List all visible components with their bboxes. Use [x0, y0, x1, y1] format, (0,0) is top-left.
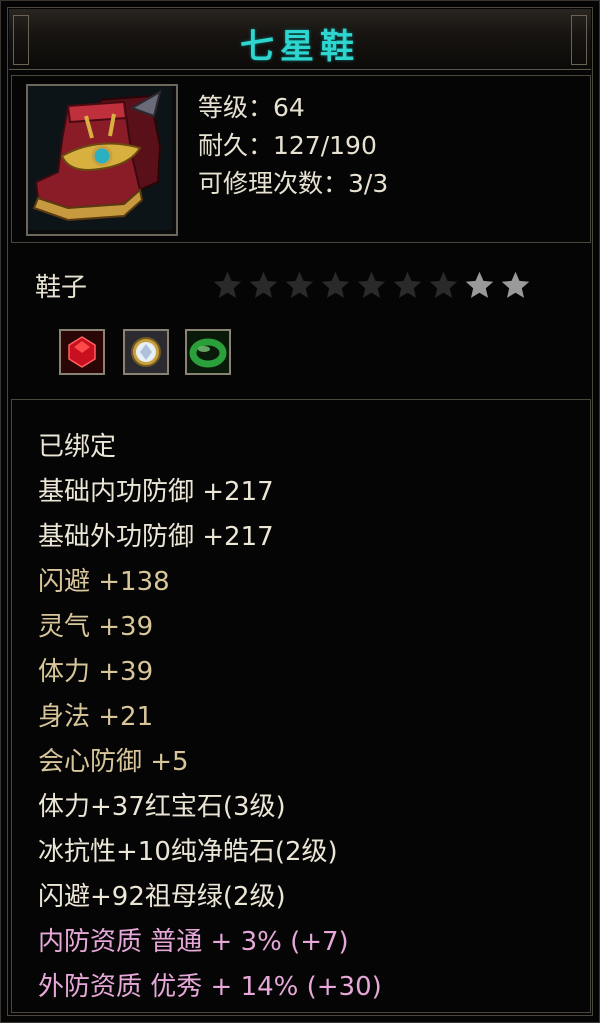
star-empty-icon [285, 271, 314, 298]
star-empty-icon [213, 271, 242, 298]
green-jade-ring-icon[interactable] [185, 329, 231, 375]
attr-base-outer-def: 基础外功防御 +217 [38, 522, 274, 552]
attr-agility: 身法 +21 [38, 702, 154, 732]
item-durability: 耐久：127/190 [198, 131, 377, 160]
star-empty-icon [249, 271, 278, 298]
attr-gem-emerald: 闪避+92祖母绿(2级) [38, 882, 286, 912]
attr-gem-diamond: 冰抗性+10纯净皓石(2级) [38, 837, 338, 867]
star-rating [211, 269, 532, 302]
attr-bound: 已绑定 [38, 432, 117, 462]
item-name: 七星鞋 [240, 27, 360, 67]
attr-inner-quality: 内防资质 普通 + 3% (+7) [38, 927, 349, 957]
attr-spirit: 灵气 +39 [38, 612, 154, 642]
item-level: 等级：64 [198, 93, 305, 122]
attr-gem-ruby: 体力+37红宝石(3级) [38, 792, 286, 822]
item-header: 等级：64 耐久：127/190 可修理次数：3/3 [11, 75, 591, 243]
attr-crit-defense: 会心防御 +5 [38, 747, 189, 777]
boots-icon [26, 84, 178, 236]
attr-base-inner-def: 基础内功防御 +217 [38, 477, 274, 507]
item-type: 鞋子 [35, 273, 88, 303]
star-empty-icon [321, 271, 350, 298]
star-empty-icon [357, 271, 386, 298]
attribute-list: 已绑定 基础内功防御 +217 基础外功防御 +217 闪避 +138 灵气 +… [11, 399, 591, 1013]
title-bar: 七星鞋 [9, 9, 591, 70]
attr-dodge: 闪避 +138 [38, 567, 170, 597]
red-ruby-icon[interactable] [59, 329, 105, 375]
attr-outer-quality: 外防资质 优秀 + 14% (+30) [38, 972, 382, 1002]
star-empty-icon [393, 271, 422, 298]
attr-stamina: 体力 +39 [38, 657, 154, 687]
item-tooltip-panel: 七星鞋 等级：64 耐久：127/190 可修理次数：3/3 鞋子 已绑定 基础… [0, 0, 600, 1023]
white-diamond-icon[interactable] [123, 329, 169, 375]
star-filled-icon [465, 271, 494, 298]
star-filled-icon [501, 271, 530, 298]
item-repair-count: 可修理次数：3/3 [198, 169, 389, 198]
star-empty-icon [429, 271, 458, 298]
